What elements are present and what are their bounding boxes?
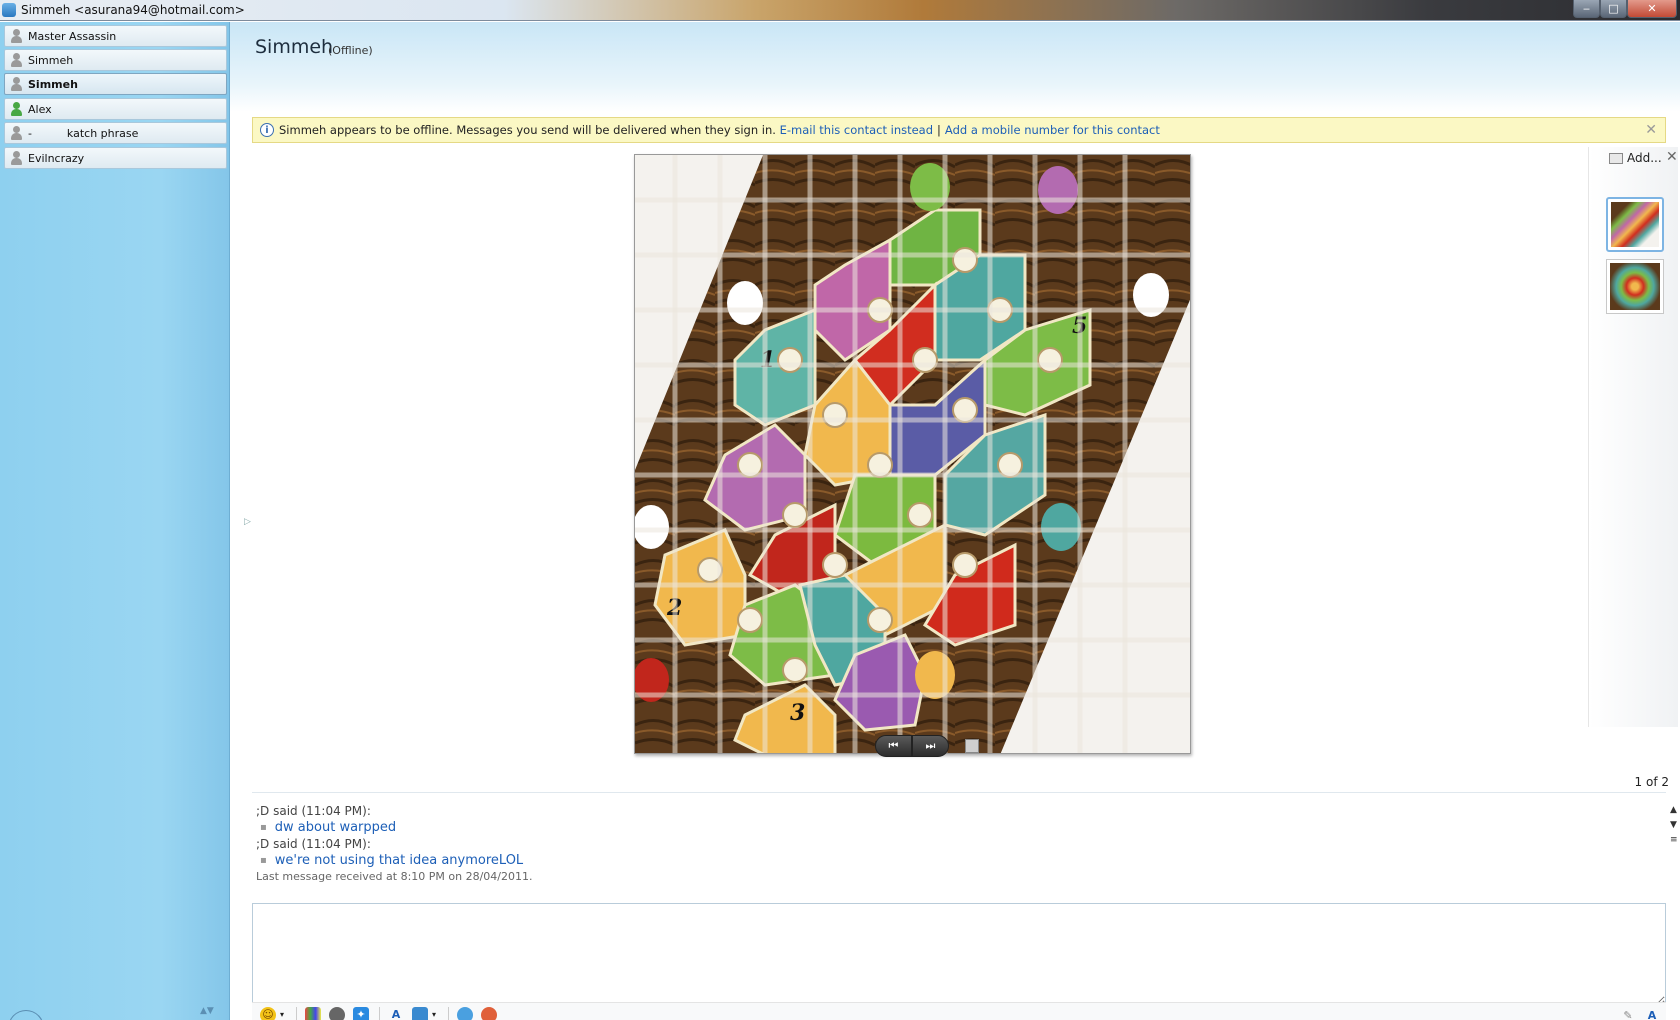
last-received-note: Last message received at 8:10 PM on 28/0… xyxy=(256,870,533,883)
minimize-button[interactable]: ‒ xyxy=(1573,0,1600,18)
offline-info-bar: i Simmeh appears to be offline. Messages… xyxy=(252,117,1666,143)
add-photo-button[interactable]: Add... xyxy=(1609,151,1662,165)
contact-online-icon xyxy=(10,101,23,117)
close-window-button[interactable]: ✕ xyxy=(1627,0,1677,18)
contact-name: - katch phrase xyxy=(28,126,139,140)
maximize-button[interactable]: □ xyxy=(1600,0,1627,18)
thumbnail-image xyxy=(1611,202,1659,247)
voice-clip-icon[interactable] xyxy=(329,1006,345,1020)
message-sender: ;D said (11:04 PM): xyxy=(256,837,371,851)
toolbar-separator xyxy=(296,1006,297,1020)
conversation-tab-master-assassin[interactable]: Master Assassin xyxy=(4,25,227,47)
sidebar-scroll-arrows[interactable]: ▲▼ xyxy=(200,1006,214,1016)
conversation-sidebar: Master Assassin Simmeh Simmeh Alex - kat… xyxy=(0,22,230,1020)
add-photo-label: Add... xyxy=(1627,151,1662,165)
photo-thumbnail[interactable] xyxy=(1606,259,1664,314)
expand-arrow-icon[interactable]: ▷ xyxy=(244,517,251,527)
background-icon[interactable] xyxy=(412,1006,428,1020)
message-text: dw about warpped xyxy=(274,820,397,835)
email-contact-link[interactable]: E-mail this contact instead xyxy=(780,123,933,137)
contact-offline-icon xyxy=(10,150,23,166)
message-item: ▪ dw about warpped xyxy=(260,819,1666,836)
photo-counter: 1 of 2 xyxy=(1634,775,1669,789)
board-number: 3 xyxy=(790,700,805,726)
handwriting-icon[interactable]: ✎ xyxy=(1620,1007,1636,1020)
bullet-icon: ▪ xyxy=(260,822,267,833)
toolbar-separator xyxy=(448,1006,449,1020)
message-item: ▪ we're not using that idea anymoreLOL xyxy=(260,852,1666,869)
next-photo-button[interactable]: ⏭ xyxy=(912,735,949,757)
emoticon-dropdown-icon[interactable]: ▾ xyxy=(278,1007,286,1020)
bullet-icon: ▪ xyxy=(260,855,267,866)
contact-name: Simmeh xyxy=(28,77,78,91)
link-separator: | xyxy=(937,123,941,137)
previous-photo-button[interactable]: ⏮ xyxy=(875,735,912,757)
save-photo-icon[interactable] xyxy=(965,739,979,753)
contact-offline-icon xyxy=(10,76,23,92)
contact-name: Evilncrazy xyxy=(28,151,85,165)
add-photo-icon xyxy=(1609,152,1623,164)
message-sender: ;D said (11:04 PM): xyxy=(256,804,371,818)
close-photo-share-icon[interactable]: ✕ xyxy=(1666,149,1678,165)
history-scroll-controls[interactable]: ▲ ▼ ≡ xyxy=(1670,803,1680,848)
sidebar-bottom-handle[interactable] xyxy=(8,1010,44,1020)
text-mode-icon[interactable]: A xyxy=(1644,1007,1660,1020)
wink-icon[interactable] xyxy=(305,1006,321,1020)
nudge-icon[interactable]: ✦ xyxy=(353,1006,369,1020)
message-input[interactable] xyxy=(252,903,1666,1006)
message-text: we're not using that idea anymoreLOL xyxy=(274,853,524,868)
conversation-window: Simmeh (Offline) i Simmeh appears to be … xyxy=(230,22,1680,1020)
window-title: Simmeh <asurana94@hotmail.com> xyxy=(21,3,245,17)
game-board-image: 1 2 3 5 xyxy=(635,155,1190,753)
add-mobile-link[interactable]: Add a mobile number for this contact xyxy=(945,123,1160,137)
close-infobar-icon[interactable]: ✕ xyxy=(1645,122,1657,138)
photo-thumbnail-panel: Add... ✕ 1 of 2 xyxy=(1588,147,1678,789)
photo-controls: ⏮ ⏭ xyxy=(875,734,1035,758)
board-number: 1 xyxy=(760,347,775,373)
compose-mode-tools: ✎ A xyxy=(1612,1007,1660,1020)
games-icon[interactable] xyxy=(457,1006,473,1020)
contact-offline-icon xyxy=(10,52,23,68)
background-dropdown-icon[interactable]: ▾ xyxy=(430,1007,438,1020)
font-icon[interactable]: A xyxy=(388,1007,404,1020)
conversation-tab-evilncrazy[interactable]: Evilncrazy xyxy=(4,147,227,169)
info-icon: i xyxy=(260,123,274,137)
emoticon-icon[interactable]: ☺ xyxy=(260,1006,276,1020)
title-bar: Simmeh <asurana94@hotmail.com> ‒ □ ✕ xyxy=(0,0,1680,21)
chat-history: ;D said (11:04 PM): ▪ dw about warpped ;… xyxy=(252,792,1678,900)
thumbnail-image xyxy=(1610,263,1660,310)
photo-thumbnail[interactable] xyxy=(1606,197,1664,252)
contact-name: Master Assassin xyxy=(28,29,117,43)
activities-icon[interactable] xyxy=(481,1006,497,1020)
conversation-header: Simmeh (Offline) xyxy=(230,22,1680,112)
shared-photo: 1 2 3 5 xyxy=(634,154,1191,754)
contact-display-name: Simmeh xyxy=(255,36,334,58)
contact-offline-icon xyxy=(10,28,23,44)
conversation-tab-simmeh[interactable]: Simmeh xyxy=(4,49,227,71)
conversation-tab-katch-phrase[interactable]: - katch phrase xyxy=(4,122,227,144)
contact-name: Alex xyxy=(28,102,52,116)
conversation-tab-simmeh-active[interactable]: Simmeh xyxy=(4,73,227,95)
toolbar-separator xyxy=(379,1006,380,1020)
messenger-icon xyxy=(2,3,16,17)
conversation-tab-alex[interactable]: Alex xyxy=(4,98,227,120)
offline-message: Simmeh appears to be offline. Messages y… xyxy=(279,123,776,137)
contact-name: Simmeh xyxy=(28,53,74,67)
contact-offline-icon xyxy=(10,125,23,141)
contact-status: (Offline) xyxy=(328,44,373,57)
compose-toolbar: ☺ ▾ ✦ A ▾ ✎ A xyxy=(252,1002,1666,1020)
